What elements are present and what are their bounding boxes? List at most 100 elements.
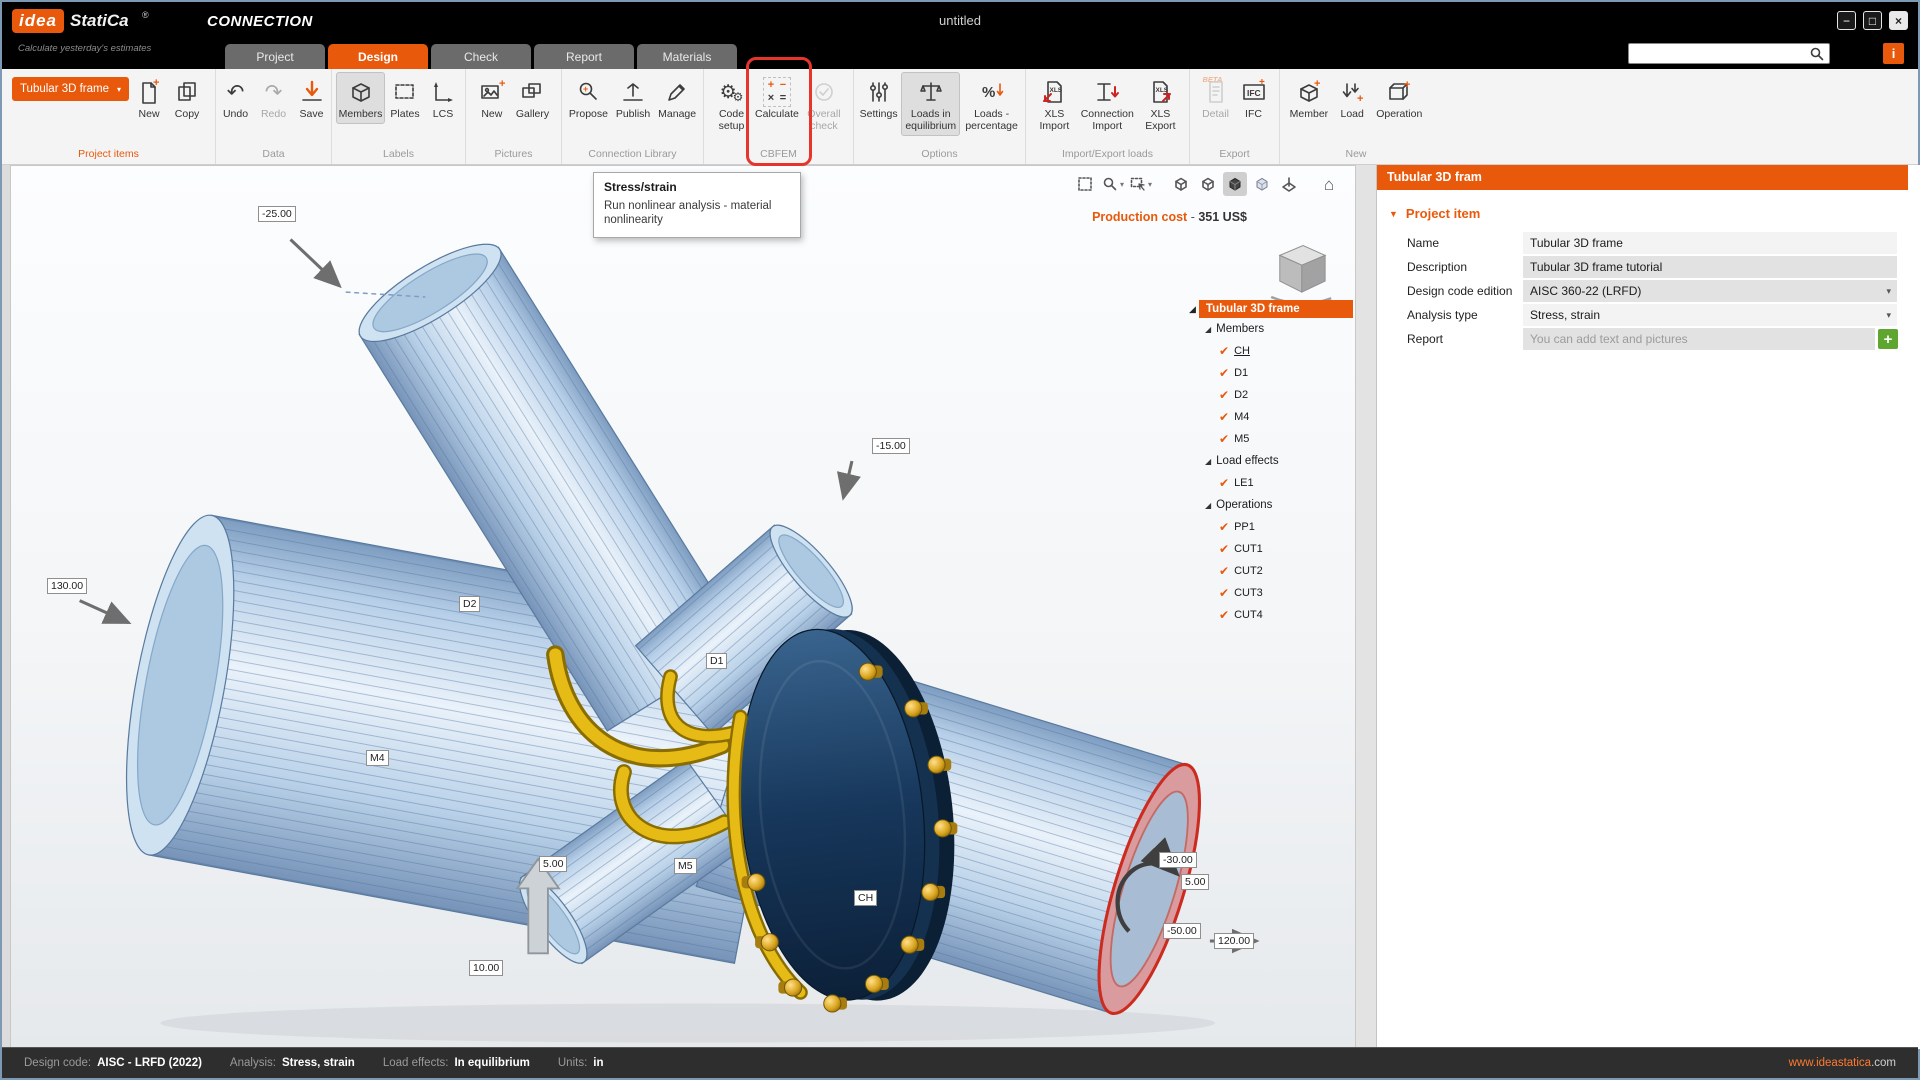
3d-scene-canvas[interactable] <box>11 166 1356 1049</box>
collapse-icon[interactable]: ◢ <box>1205 501 1211 510</box>
checkbox-checked-icon[interactable]: ✔ <box>1219 565 1229 577</box>
tab-design[interactable]: Design <box>328 44 428 69</box>
tree-root-expander-icon[interactable]: ◢ <box>1189 304 1196 315</box>
viewport[interactable]: -25.00 130.00 -15.00 D2 D1 M4 M5 CH 10.0… <box>10 165 1356 1049</box>
labels-lcs-button[interactable]: LCS <box>425 72 461 124</box>
report-add-button[interactable]: + <box>1878 329 1898 349</box>
connection-import-button[interactable]: Connection Import <box>1081 72 1134 136</box>
solid-view-icon[interactable] <box>1223 172 1247 196</box>
code-setup-button[interactable]: ⚙ ⚙ Code setup <box>708 72 755 136</box>
checkbox-checked-icon[interactable]: ✔ <box>1219 389 1229 401</box>
labels-plates-button[interactable]: Plates <box>387 72 423 124</box>
maximize-button[interactable]: □ <box>1863 11 1882 30</box>
description-field[interactable]: Tubular 3D frame tutorial <box>1523 256 1897 278</box>
analysis-type-dropdown[interactable]: Stress, strain ▾ <box>1523 304 1897 326</box>
checkbox-checked-icon[interactable]: ✔ <box>1219 345 1229 357</box>
load-label[interactable]: -50.00 <box>1163 923 1201 939</box>
website-link[interactable]: www.ideastatica.com <box>1789 1057 1896 1069</box>
tree-item-cut3[interactable]: ✔ CUT3 <box>1189 582 1353 604</box>
checkbox-checked-icon[interactable]: ✔ <box>1219 587 1229 599</box>
propose-button[interactable]: + Propose <box>566 72 611 124</box>
tab-check[interactable]: Check <box>431 44 531 69</box>
loads-percentage-button[interactable]: % Loads - percentage <box>962 72 1021 136</box>
tree-section-operations[interactable]: ◢ Operations <box>1189 494 1353 516</box>
detail-export-button[interactable]: BETA Detail <box>1198 72 1234 124</box>
new-project-item-button[interactable]: + New <box>131 72 167 124</box>
load-label[interactable]: 10.00 <box>469 960 504 976</box>
project-item-dropdown[interactable]: Tubular 3D frame ▾ <box>11 77 130 101</box>
new-load-button[interactable]: + Load <box>1334 72 1370 124</box>
collapse-icon[interactable]: ◢ <box>1205 325 1211 334</box>
settings-button[interactable]: Settings <box>858 72 899 124</box>
tree-section-members[interactable]: ◢ Members <box>1189 318 1353 340</box>
labels-members-button[interactable]: Members <box>336 72 385 124</box>
checkbox-checked-icon[interactable]: ✔ <box>1219 609 1229 621</box>
properties-section-header[interactable]: ▼ Project item <box>1389 206 1920 221</box>
workplane-view-icon[interactable] <box>1277 172 1301 196</box>
loads-equilibrium-button[interactable]: Loads in equilibrium <box>901 72 961 136</box>
copy-project-item-button[interactable]: Copy <box>169 72 205 124</box>
collapse-icon[interactable]: ▼ <box>1389 209 1398 219</box>
checkbox-checked-icon[interactable]: ✔ <box>1219 477 1229 489</box>
load-label[interactable]: 5.00 <box>539 856 568 872</box>
tab-materials[interactable]: Materials <box>637 44 737 69</box>
info-button[interactable]: i <box>1883 43 1904 64</box>
collapse-icon[interactable]: ◢ <box>1205 457 1211 466</box>
selection-mode-icon[interactable]: ▾ <box>1128 172 1153 196</box>
tree-item-pp1[interactable]: ✔ PP1 <box>1189 516 1353 538</box>
zoom-extents-icon[interactable] <box>1073 172 1097 196</box>
undo-button[interactable]: ↶ Undo <box>218 72 254 124</box>
member-label[interactable]: D1 <box>706 653 728 669</box>
new-member-button[interactable]: + Member <box>1286 72 1333 124</box>
tab-report[interactable]: Report <box>534 44 634 69</box>
wireframe-view-icon[interactable] <box>1169 172 1193 196</box>
report-field[interactable]: You can add text and pictures <box>1523 328 1875 350</box>
home-view-icon[interactable]: ⌂ <box>1317 172 1341 196</box>
tree-item-le1[interactable]: ✔ LE1 <box>1189 472 1353 494</box>
load-label[interactable]: 130.00 <box>47 578 88 594</box>
load-label[interactable]: 5.00 <box>1181 874 1210 890</box>
save-button[interactable]: Save <box>294 72 330 124</box>
tree-item-m5[interactable]: ✔ M5 <box>1189 428 1353 450</box>
calculate-button[interactable]: + − × = Calculate <box>755 72 799 124</box>
load-label[interactable]: -25.00 <box>258 206 296 222</box>
member-label[interactable]: M5 <box>674 858 697 874</box>
checkbox-checked-icon[interactable]: ✔ <box>1219 367 1229 379</box>
checkbox-checked-icon[interactable]: ✔ <box>1219 433 1229 445</box>
member-label[interactable]: CH <box>854 890 878 906</box>
transparent-view-icon[interactable] <box>1250 172 1274 196</box>
search-input[interactable] <box>1629 45 1809 62</box>
tab-project[interactable]: Project <box>225 44 325 69</box>
tree-section-load-effects[interactable]: ◢ Load effects <box>1189 450 1353 472</box>
checkbox-checked-icon[interactable]: ✔ <box>1219 521 1229 533</box>
tree-item-m4[interactable]: ✔ M4 <box>1189 406 1353 428</box>
close-button[interactable]: × <box>1889 11 1908 30</box>
ifc-export-button[interactable]: IFC + IFC <box>1236 72 1272 124</box>
hidden-line-view-icon[interactable] <box>1196 172 1220 196</box>
load-label[interactable]: 120.00 <box>1214 933 1255 949</box>
redo-button[interactable]: ↷ Redo <box>256 72 292 124</box>
tree-item-ch[interactable]: ✔ CH <box>1189 340 1353 362</box>
tree-item-d2[interactable]: ✔ D2 <box>1189 384 1353 406</box>
checkbox-checked-icon[interactable]: ✔ <box>1219 411 1229 423</box>
name-field[interactable]: Tubular 3D frame <box>1523 232 1897 254</box>
load-label[interactable]: -30.00 <box>1159 852 1197 868</box>
member-label[interactable]: M4 <box>366 750 389 766</box>
load-label[interactable]: -15.00 <box>872 438 910 454</box>
tree-item-d1[interactable]: ✔ D1 <box>1189 362 1353 384</box>
design-code-dropdown[interactable]: AISC 360-22 (LRFD) ▾ <box>1523 280 1897 302</box>
tree-item-cut4[interactable]: ✔ CUT4 <box>1189 604 1353 626</box>
zoom-window-icon[interactable]: ▾ <box>1100 172 1125 196</box>
picture-new-button[interactable]: + New <box>474 72 510 124</box>
tree-item-cut1[interactable]: ✔ CUT1 <box>1189 538 1353 560</box>
manage-button[interactable]: Manage <box>655 72 699 124</box>
new-operation-button[interactable]: + Operation <box>1372 72 1426 124</box>
checkbox-checked-icon[interactable]: ✔ <box>1219 543 1229 555</box>
member-label[interactable]: D2 <box>459 596 481 612</box>
picture-gallery-button[interactable]: Gallery <box>512 72 553 124</box>
overall-check-button[interactable]: Overall check <box>799 72 849 136</box>
tree-root-item[interactable]: Tubular 3D frame <box>1198 300 1353 318</box>
panel-splitter[interactable] <box>1356 165 1376 1049</box>
minimize-button[interactable]: − <box>1837 11 1856 30</box>
tree-item-cut2[interactable]: ✔ CUT2 <box>1189 560 1353 582</box>
